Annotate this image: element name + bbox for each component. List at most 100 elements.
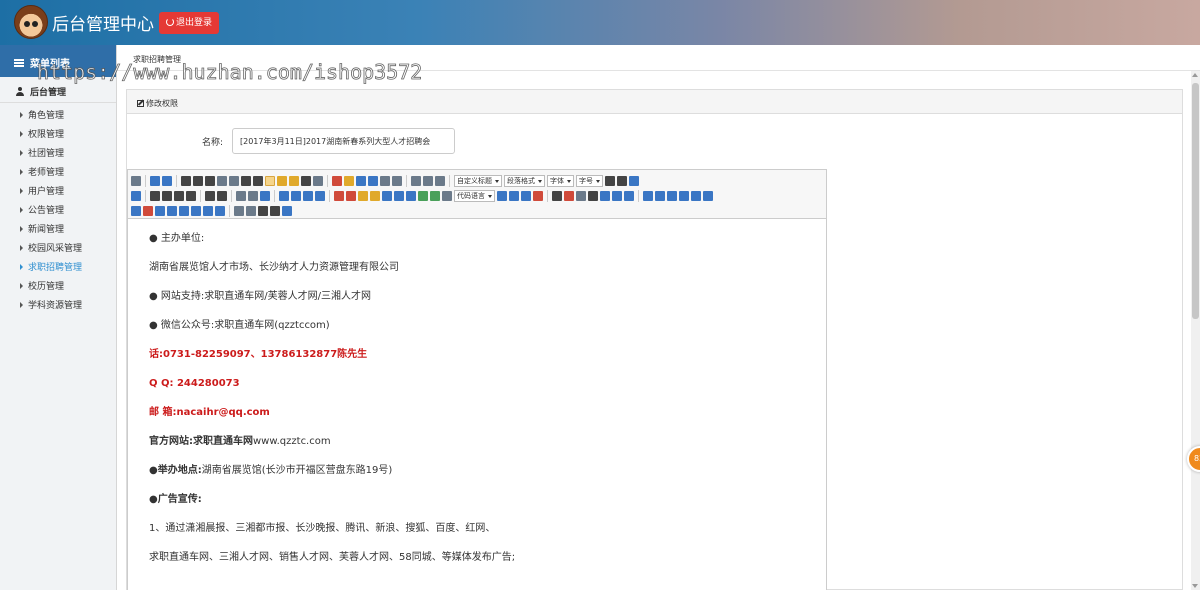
undo-icon[interactable] xyxy=(150,175,160,186)
sidebar-item-permissions[interactable]: 权限管理 xyxy=(0,126,116,145)
sidebar-item-teachers[interactable]: 老师管理 xyxy=(0,164,116,183)
delete-table-icon[interactable] xyxy=(655,190,665,201)
direction-rtl-icon[interactable] xyxy=(617,175,627,186)
insert-row-icon[interactable] xyxy=(679,190,689,201)
font-border-icon[interactable] xyxy=(217,175,227,186)
sidebar-item-calendar[interactable]: 校历管理 xyxy=(0,278,116,297)
print-page-icon[interactable] xyxy=(234,205,244,216)
horizontal-rule-icon[interactable] xyxy=(552,190,562,201)
clear-format-icon[interactable] xyxy=(277,175,287,186)
uppercase-icon[interactable] xyxy=(205,190,215,201)
scroll-thumb[interactable] xyxy=(1192,83,1199,319)
lowercase-icon[interactable] xyxy=(217,190,227,201)
code-language-select[interactable]: 代码语言 xyxy=(454,189,495,202)
simple-upload-icon[interactable] xyxy=(334,190,344,201)
anchor-icon[interactable] xyxy=(260,190,270,201)
find-icon[interactable] xyxy=(258,205,268,216)
font-family-select[interactable]: 字体 xyxy=(547,174,574,187)
search-replace-icon[interactable] xyxy=(600,190,610,201)
align-left-icon[interactable] xyxy=(150,190,160,201)
superscript-icon[interactable] xyxy=(241,175,251,186)
sidebar-item-notices[interactable]: 公告管理 xyxy=(0,202,116,221)
align-justify-icon[interactable] xyxy=(186,190,196,201)
unordered-list-icon[interactable] xyxy=(368,175,378,186)
attachment-icon[interactable] xyxy=(406,190,416,201)
merge-down-icon[interactable] xyxy=(167,205,177,216)
sidebar-item-roles[interactable]: 角色管理 xyxy=(0,107,116,126)
drafts-icon[interactable] xyxy=(270,205,280,216)
date-icon[interactable] xyxy=(564,190,574,201)
map-icon[interactable] xyxy=(418,190,428,201)
outdent-icon[interactable] xyxy=(131,190,141,201)
custom-title-select[interactable]: 自定义标题 xyxy=(454,174,502,187)
editor-content[interactable]: ● 主办单位: 湖南省展览馆人才市场、长沙纳才人力资源管理有限公司 ● 网站支持… xyxy=(128,219,826,590)
unlink-icon[interactable] xyxy=(248,190,258,201)
zoom-preview-icon[interactable] xyxy=(246,205,256,216)
image-center-icon[interactable] xyxy=(315,190,325,201)
chart-icon[interactable] xyxy=(215,205,225,216)
word-image-icon[interactable] xyxy=(533,190,543,201)
align-right-icon[interactable] xyxy=(174,190,184,201)
insert-frame-icon[interactable] xyxy=(442,190,452,201)
merge-cells-icon[interactable] xyxy=(143,205,153,216)
split-cells-icon[interactable] xyxy=(179,205,189,216)
sidebar-item-jobs[interactable]: 求职招聘管理 xyxy=(0,259,116,278)
clear-doc-icon[interactable] xyxy=(392,175,402,186)
font-size-select[interactable]: 字号 xyxy=(576,174,603,187)
paragraph-format-select[interactable]: 段落格式 xyxy=(504,174,545,187)
redo-icon[interactable] xyxy=(162,175,172,186)
font-color-icon[interactable] xyxy=(332,175,342,186)
line-height-icon[interactable] xyxy=(435,175,445,186)
ordered-list-icon[interactable] xyxy=(356,175,366,186)
scrawl-icon[interactable] xyxy=(370,190,380,201)
link-icon[interactable] xyxy=(236,190,246,201)
preview-icon[interactable] xyxy=(624,190,634,201)
html-source-icon[interactable] xyxy=(131,175,141,186)
pure-text-paste-icon[interactable] xyxy=(313,175,323,186)
image-left-icon[interactable] xyxy=(291,190,301,201)
bold-icon[interactable] xyxy=(181,175,191,186)
template-icon[interactable] xyxy=(509,190,519,201)
format-match-icon[interactable] xyxy=(265,175,275,186)
subscript-icon[interactable] xyxy=(253,175,263,186)
auto-format-icon[interactable] xyxy=(289,175,299,186)
print-icon[interactable] xyxy=(612,190,622,201)
indent-icon[interactable] xyxy=(629,175,639,186)
delete-row-icon[interactable] xyxy=(691,190,701,201)
insert-video-icon[interactable] xyxy=(382,190,392,201)
scroll-down-arrow-icon[interactable] xyxy=(1192,584,1198,588)
underline-icon[interactable] xyxy=(205,175,215,186)
row-spacing-bottom-icon[interactable] xyxy=(423,175,433,186)
scroll-up-arrow-icon[interactable] xyxy=(1192,73,1198,77)
merge-right-icon[interactable] xyxy=(155,205,165,216)
sidebar-item-campus-style[interactable]: 校园风采管理 xyxy=(0,240,116,259)
split-cols-icon[interactable] xyxy=(203,205,213,216)
music-icon[interactable] xyxy=(394,190,404,201)
gmap-icon[interactable] xyxy=(430,190,440,201)
name-input[interactable] xyxy=(232,128,455,154)
direction-ltr-icon[interactable] xyxy=(605,175,615,186)
emotion-icon[interactable] xyxy=(358,190,368,201)
background-icon[interactable] xyxy=(521,190,531,201)
strikethrough-icon[interactable] xyxy=(229,175,239,186)
page-break-icon[interactable] xyxy=(497,190,507,201)
align-center-icon[interactable] xyxy=(162,190,172,201)
row-spacing-top-icon[interactable] xyxy=(411,175,421,186)
image-none-icon[interactable] xyxy=(279,190,289,201)
insert-table-icon[interactable] xyxy=(643,190,653,201)
insert-col-icon[interactable] xyxy=(703,190,713,201)
insert-para-before-table-icon[interactable] xyxy=(667,190,677,201)
page-scrollbar[interactable] xyxy=(1191,71,1200,590)
help-icon[interactable] xyxy=(282,205,292,216)
logout-button[interactable]: 退出登录 xyxy=(159,12,219,34)
delete-col-icon[interactable] xyxy=(131,205,141,216)
sidebar-item-clubs[interactable]: 社团管理 xyxy=(0,145,116,164)
time-icon[interactable] xyxy=(576,190,586,201)
sidebar-item-news[interactable]: 新闻管理 xyxy=(0,221,116,240)
sidebar-item-resources[interactable]: 学科资源管理 xyxy=(0,297,116,316)
italic-icon[interactable] xyxy=(193,175,203,186)
split-rows-icon[interactable] xyxy=(191,205,201,216)
special-char-icon[interactable] xyxy=(588,190,598,201)
insert-image-icon[interactable] xyxy=(346,190,356,201)
background-color-icon[interactable] xyxy=(344,175,354,186)
